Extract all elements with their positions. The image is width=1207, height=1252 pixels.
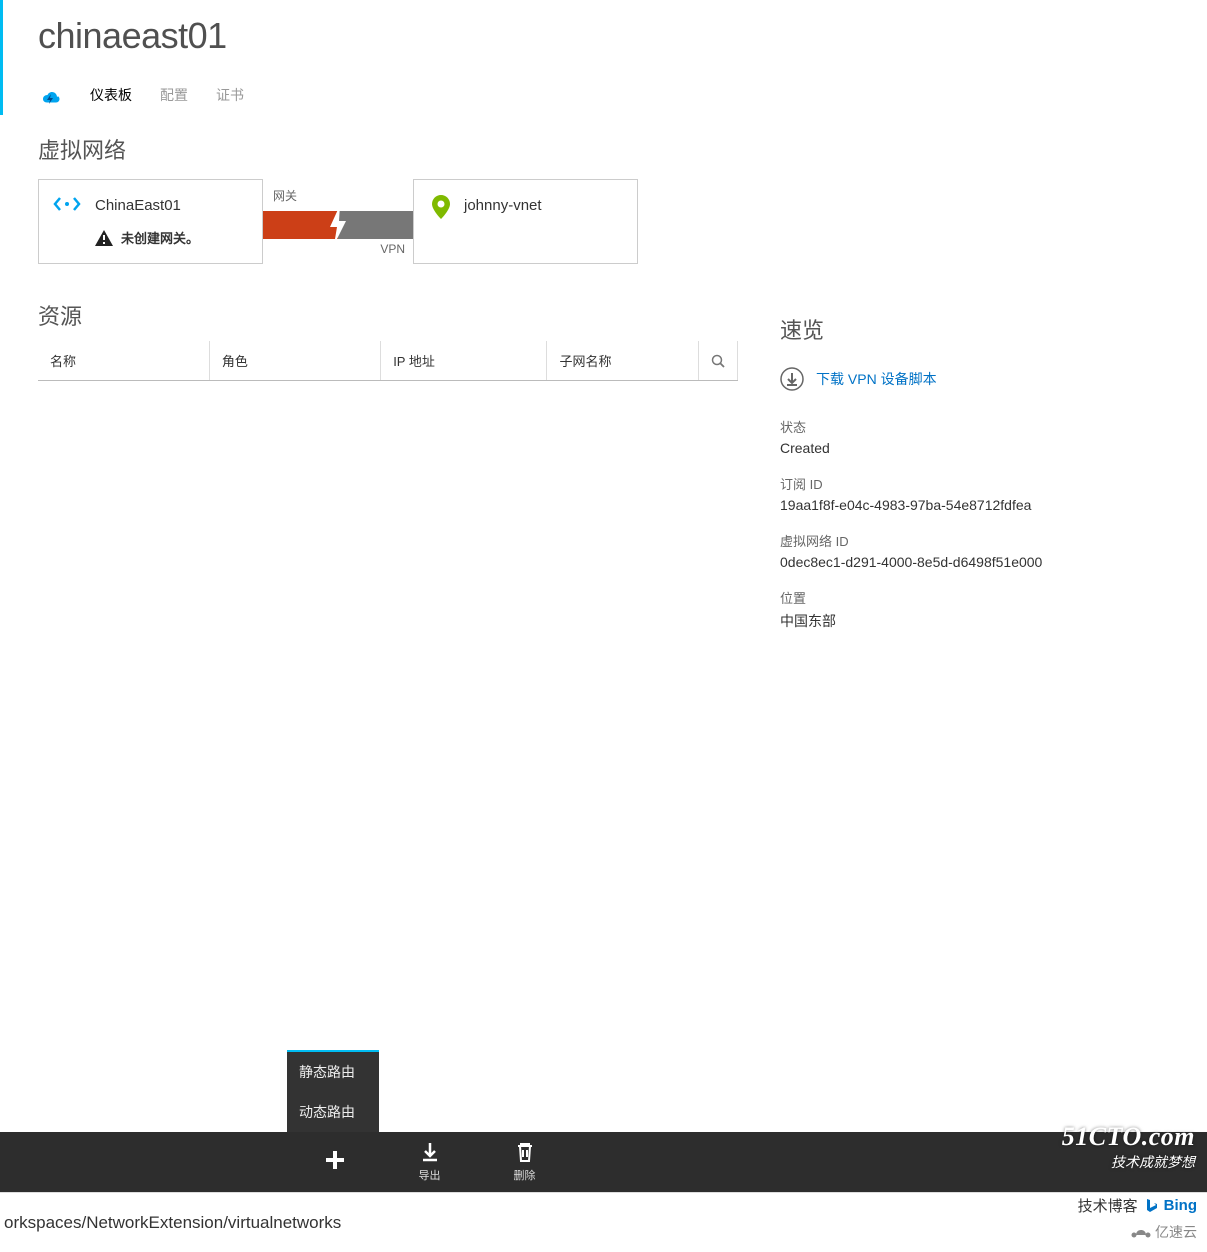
local-network-card[interactable]: ChinaEast01 未创建网关。 [38,179,263,264]
download-icon [780,367,804,391]
bottom-toolbar: 导出 删除 [0,1132,1207,1192]
vnet-id-value: 0dec8ec1-d291-4000-8e5d-d6498f51e000 [780,554,1060,570]
download-arrow-icon [419,1141,441,1163]
remote-network-card[interactable]: johnny-vnet [413,179,638,264]
gateway-warning-text: 未创建网关。 [121,228,199,247]
blog-label: 技术博客 [1078,1195,1138,1216]
overview-panel: 速览 下载 VPN 设备脚本 状态 Created 订阅 ID 19aa1f8f… [760,279,1060,649]
search-cell[interactable] [698,341,737,381]
col-ip[interactable]: IP 地址 [381,341,547,381]
watermark-51cto: 51CTO.com 技术成就梦想 [1062,1122,1195,1172]
section-title-network: 虚拟网络 [0,125,1207,179]
remote-network-name: johnny-vnet [464,197,542,214]
vpn-label: VPN [380,242,405,256]
resources-table: 名称 角色 IP 地址 子网名称 [38,341,738,381]
page-title: chinaeast01 [38,15,1207,57]
warning-icon [95,230,113,246]
tab-certificates[interactable]: 证书 [216,85,244,105]
subscription-id-label: 订阅 ID [780,474,1060,493]
location-value: 中国东部 [780,611,1060,631]
delete-button[interactable]: 删除 [477,1141,572,1183]
search-icon [711,353,725,368]
left-accent [0,0,3,115]
overview-title: 速览 [780,313,1060,345]
subscription-id-value: 19aa1f8f-e04c-4983-97ba-54e8712fdfea [780,497,1060,513]
tab-configure[interactable]: 配置 [160,85,188,105]
gateway-label-top: 网关 [273,187,297,204]
local-network-name: ChinaEast01 [95,197,181,214]
menu-item-dynamic-route[interactable]: 动态路由 [287,1092,379,1132]
add-button[interactable] [287,1149,382,1175]
map-pin-icon [432,195,450,219]
cloud-icon [38,86,62,104]
resources-title: 资源 [0,279,760,341]
col-role[interactable]: 角色 [209,341,380,381]
yisu-text: 亿速云 [1155,1222,1197,1242]
tabs: 仪表板 配置 证书 [0,67,1207,125]
download-link-text: 下载 VPN 设备脚本 [816,369,937,389]
bing-logo[interactable]: Bing [1144,1197,1197,1214]
vnet-id-label: 虚拟网络 ID [780,531,1060,550]
col-subnet[interactable]: 子网名称 [547,341,698,381]
routing-popup-menu: 静态路由 动态路由 [287,1050,379,1132]
tab-dashboard[interactable]: 仪表板 [90,85,132,105]
trash-icon [514,1141,536,1163]
watermark-main: 51CTO.com [1062,1122,1195,1152]
gateway-connector: 网关 VPN [263,179,413,264]
menu-item-static-route[interactable]: 静态路由 [287,1052,379,1092]
delete-label: 删除 [514,1167,536,1183]
export-button[interactable]: 导出 [382,1141,477,1183]
network-icon [53,195,81,216]
path-bar: orkspaces/NetworkExtension/virtualnetwor… [0,1192,1207,1252]
bing-text: Bing [1164,1197,1197,1214]
lightning-icon [326,205,350,245]
location-label: 位置 [780,588,1060,607]
export-label: 导出 [419,1167,441,1183]
resources-section: 资源 名称 角色 IP 地址 子网名称 [0,279,760,381]
watermark-sub: 技术成就梦想 [1062,1152,1195,1172]
network-diagram: ChinaEast01 未创建网关。 网关 VPN johnny-vnet [0,179,1207,279]
status-value: Created [780,440,1060,456]
download-vpn-script-link[interactable]: 下载 VPN 设备脚本 [780,367,1060,391]
status-label: 状态 [780,417,1060,436]
plus-icon [324,1149,346,1171]
col-name[interactable]: 名称 [38,341,209,381]
page-header: chinaeast01 [0,0,1207,67]
path-text: orkspaces/NetworkExtension/virtualnetwor… [4,1213,341,1233]
yisu-badge[interactable]: 亿速云 [1131,1222,1197,1242]
